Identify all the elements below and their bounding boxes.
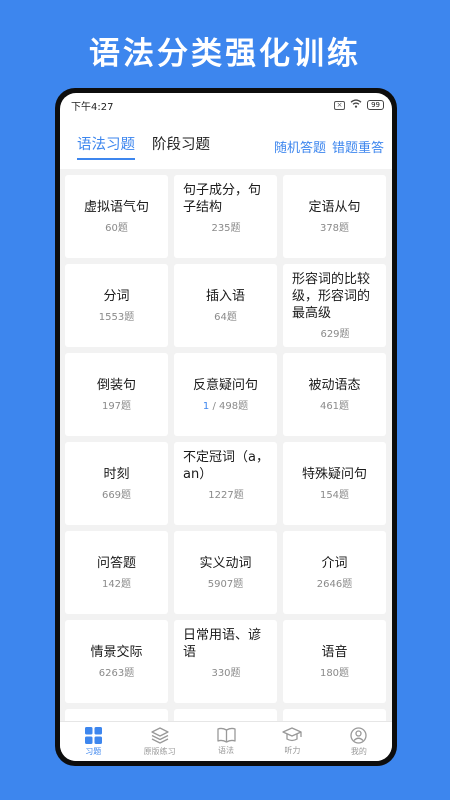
random-answer-link[interactable]: 随机答题 [274,137,326,156]
category-card-parenthesis[interactable]: 插入语 64题 [174,264,277,347]
category-card-notional-verb[interactable]: 实义动词 5907题 [174,531,277,614]
category-card-indefinite-article[interactable]: 不定冠词（a，an） 1227题 [174,442,277,525]
category-card-phonetics[interactable]: 语音 180题 [283,620,386,703]
card-title: 语音 [321,645,348,660]
category-grid-area: 虚拟语气句 60题 句子成分，句子结构 235题 定语从句 378题 分词 15… [60,169,392,721]
status-icons: × 99 [334,99,384,111]
category-card-special-question[interactable]: 特殊疑问句 154题 [283,442,386,525]
card-title: 虚拟语气句 [83,200,149,215]
category-card-comparative[interactable]: 形容词的比较级，形容词的最高级 629题 [283,264,386,347]
nav-label: 我的 [350,746,367,756]
nav-grammar[interactable]: 语法 [193,722,259,761]
profile-icon [350,726,367,744]
status-time: 下午4:27 [71,101,114,113]
nav-label: 语法 [218,746,235,755]
tab-bar: 语法习题 阶段习题 随机答题 错题重答 [60,133,392,165]
battery-icon: 99 [367,100,384,110]
nav-label: 听力 [284,746,301,755]
category-card-partial[interactable] [283,709,386,721]
category-card-participle[interactable]: 分词 1553题 [65,264,168,347]
card-title: 实义动词 [199,556,252,571]
nav-label: 原版练习 [143,746,176,756]
category-card-sentence-structure[interactable]: 句子成分，句子结构 235题 [174,175,277,258]
card-title: 定语从句 [308,200,361,215]
app-screen: 下午4:27 × 99 语法习题 阶段习题 随机答题 错题重答 虚拟语气句 60… [60,93,392,761]
book-icon [216,727,236,743]
card-title: 不定冠词（a，an） [183,450,269,482]
grid-icon [84,726,102,744]
card-count: 330题 [211,668,241,679]
category-card-partial[interactable] [174,709,277,721]
card-count: 235题 [211,223,241,234]
tab-stage-exercises[interactable]: 阶段习题 [152,133,210,160]
card-count: 629题 [320,329,350,340]
card-title: 句子成分，句子结构 [183,183,262,215]
card-count: 64题 [214,312,237,323]
category-card-preposition[interactable]: 介词 2646题 [283,531,386,614]
tab-actions: 随机答题 错题重答 [274,133,384,156]
phone-frame: 下午4:27 × 99 语法习题 阶段习题 随机答题 错题重答 虚拟语气句 60… [55,88,397,766]
category-card-partial[interactable] [65,709,168,721]
wifi-icon [350,99,362,111]
layers-icon [150,726,169,744]
category-card-qa[interactable]: 问答题 142题 [65,531,168,614]
card-count: 5907题 [207,579,244,590]
card-title: 情景交际 [90,645,143,660]
category-card-time[interactable]: 时刻 669题 [65,442,168,525]
category-card-situational-dialogue[interactable]: 情景交际 6263题 [65,620,168,703]
card-count: 197题 [101,401,132,412]
card-title: 时刻 [103,467,130,482]
card-total: / 498题 [209,401,249,412]
card-title: 分词 [103,289,130,304]
category-card-attributive-clause[interactable]: 定语从句 378题 [283,175,386,258]
category-card-daily-expressions[interactable]: 日常用语、谚语 330题 [174,620,277,703]
wrong-answer-link[interactable]: 错题重答 [332,137,384,156]
tab-grammar-exercises[interactable]: 语法习题 [77,133,135,160]
nav-profile[interactable]: 我的 [326,722,392,761]
card-count: 180题 [319,668,350,679]
card-title: 问答题 [96,556,136,571]
nav-listening[interactable]: 听力 [259,722,325,761]
card-title: 日常用语、谚语 [183,628,262,660]
card-count: 6263题 [98,668,135,679]
category-card-passive-voice[interactable]: 被动语态 461题 [283,353,386,436]
card-title: 介词 [321,556,348,571]
card-count: 669题 [101,490,132,501]
card-title: 形容词的比较级，形容词的最高级 [292,272,371,321]
category-card-subjunctive[interactable]: 虚拟语气句 60题 [65,175,168,258]
category-card-inversion[interactable]: 倒装句 197题 [65,353,168,436]
card-count: 60题 [105,223,128,234]
nav-exercises[interactable]: 习题 [60,722,126,761]
card-count: 1553题 [98,312,135,323]
card-title: 倒装句 [96,378,136,393]
category-grid: 虚拟语气句 60题 句子成分，句子结构 235题 定语从句 378题 分词 15… [60,169,392,721]
nav-original-practice[interactable]: 原版练习 [126,722,192,761]
card-count: 142题 [101,579,132,590]
nav-label: 习题 [85,746,102,756]
card-title: 插入语 [205,289,245,304]
card-count: 1 / 498题 [203,397,248,412]
card-count: 461题 [319,401,350,412]
card-count: 1227题 [208,490,244,501]
graduation-cap-icon [282,727,303,743]
promo-title: 语法分类强化训练 [89,36,361,72]
no-sim-icon: × [334,100,346,110]
category-card-tag-question[interactable]: 反意疑问句 1 / 498题 [174,353,277,436]
card-title: 反意疑问句 [192,378,258,393]
card-count: 154题 [319,490,350,501]
card-count: 378题 [319,223,350,234]
bottom-nav: 习题 原版练习 语法 听力 我的 [60,721,392,761]
card-title: 特殊疑问句 [301,467,367,482]
status-bar: 下午4:27 × 99 [60,93,392,117]
card-count: 2646题 [316,579,353,590]
card-title: 被动语态 [308,378,361,393]
